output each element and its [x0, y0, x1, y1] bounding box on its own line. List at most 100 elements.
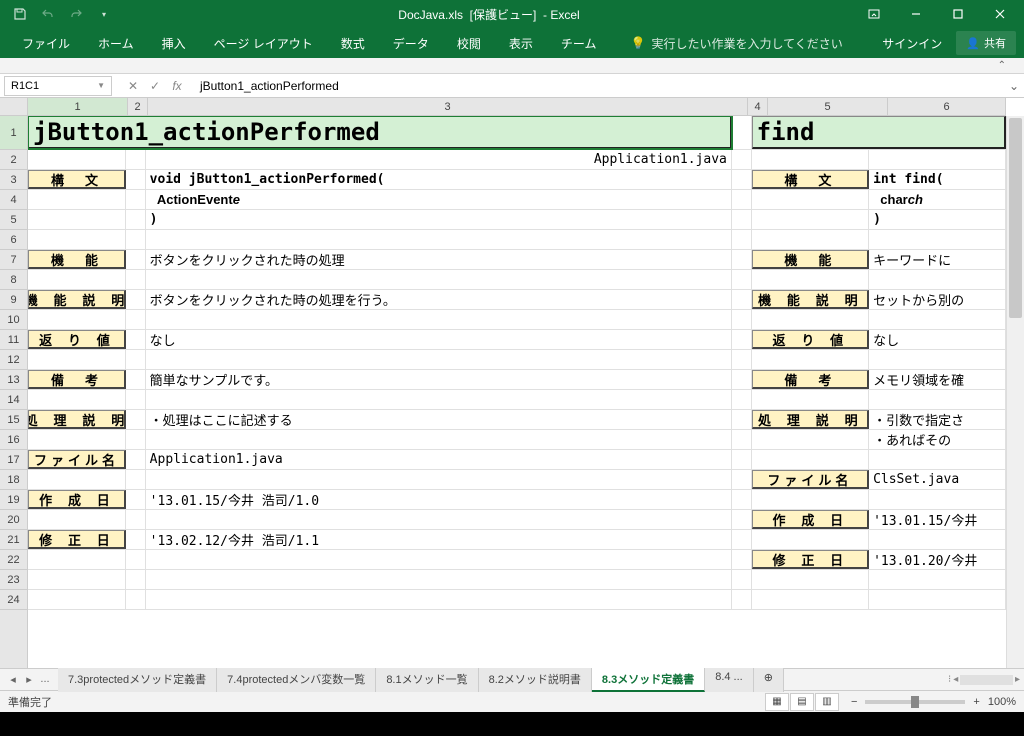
tab-file[interactable]: ファイル [8, 29, 84, 58]
filename-value-2: ClsSet.java [869, 470, 1006, 489]
zoom-out-icon[interactable]: − [851, 696, 857, 708]
row-header[interactable]: 7 [0, 250, 27, 270]
col-header[interactable]: 4 [748, 98, 768, 115]
sheet-tab[interactable]: 8.1メソッド一覧 [376, 668, 478, 692]
undo-icon[interactable] [36, 3, 60, 25]
worksheet-grid: 1 2 3 4 5 6 1234567891011121314151617181… [0, 98, 1024, 668]
row-header[interactable]: 4 [0, 190, 27, 210]
row-header[interactable]: 2 [0, 150, 27, 170]
close-icon[interactable] [980, 2, 1020, 26]
row-header[interactable]: 18 [0, 470, 27, 490]
tab-formulas[interactable]: 数式 [327, 29, 379, 58]
redo-icon[interactable] [64, 3, 88, 25]
horizontal-scrollbar[interactable]: ⁝◂▸ [944, 674, 1024, 685]
label-function-2: 機 能 [752, 250, 869, 269]
view-normal-icon[interactable]: ▦ [765, 693, 789, 711]
save-icon[interactable] [8, 3, 32, 25]
sheet-tab[interactable]: 8.4 ... [705, 668, 754, 692]
qat-dropdown-icon[interactable]: ▾ [92, 3, 116, 25]
ribbon-options-icon[interactable] [854, 2, 894, 26]
view-buttons: ▦ ▤ ▥ [765, 693, 839, 711]
cancel-formula-icon[interactable]: ✕ [124, 79, 142, 93]
method-title-cell-2[interactable]: find [752, 116, 1006, 149]
sheet-tab-active[interactable]: 8.3メソッド定義書 [592, 668, 705, 692]
row-header[interactable]: 1 [0, 116, 27, 150]
scrollbar-thumb[interactable] [1009, 118, 1022, 318]
sheet-nav-more[interactable]: ... [38, 673, 52, 686]
label-return-2: 返 り 値 [752, 330, 869, 349]
column-headers: 1 2 3 4 5 6 [28, 98, 1006, 116]
row-header[interactable]: 10 [0, 310, 27, 330]
name-box[interactable]: R1C1 ▼ [4, 76, 112, 96]
select-all-corner[interactable] [0, 98, 28, 116]
label-created: 作 成 日 [28, 490, 126, 509]
row-header[interactable]: 6 [0, 230, 27, 250]
cells-area[interactable]: jButton1_actionPerformed find Applicatio… [28, 116, 1006, 668]
row-header[interactable]: 21 [0, 530, 27, 550]
sheet-nav: ◂ ▸ ... [0, 673, 58, 686]
sheet-nav-prev-icon[interactable]: ▸ [22, 673, 36, 686]
label-modified-2: 修 正 日 [752, 550, 869, 569]
row-header[interactable]: 23 [0, 570, 27, 590]
row-header[interactable]: 12 [0, 350, 27, 370]
signin-link[interactable]: サインイン [868, 35, 956, 52]
col-header[interactable]: 5 [768, 98, 888, 115]
tab-home[interactable]: ホーム [84, 29, 148, 58]
row-header[interactable]: 8 [0, 270, 27, 290]
zoom-controls: − + 100% [851, 696, 1016, 708]
syntax-line: ActionEvent e [146, 190, 732, 209]
label-created-2: 作 成 日 [752, 510, 869, 529]
row-header[interactable]: 3 [0, 170, 27, 190]
row-header[interactable]: 14 [0, 390, 27, 410]
col-header[interactable]: 2 [128, 98, 148, 115]
row-header[interactable]: 19 [0, 490, 27, 510]
modified-value-2: '13.01.20/今井 [869, 550, 1006, 569]
col-header[interactable]: 3 [148, 98, 748, 115]
row-header[interactable]: 9 [0, 290, 27, 310]
formula-controls: ✕ ✓ fx [116, 79, 194, 93]
col-header[interactable]: 1 [28, 98, 128, 115]
tab-pagelayout[interactable]: ページ レイアウト [200, 29, 327, 58]
sheet-tab[interactable]: 7.3protectedメソッド定義書 [58, 668, 217, 692]
row-header[interactable]: 11 [0, 330, 27, 350]
syntax-line-2: ) [869, 210, 1006, 229]
syntax-line-2: char ch [869, 190, 1006, 209]
share-button[interactable]: 👤 共有 [956, 31, 1016, 55]
maximize-icon[interactable] [938, 2, 978, 26]
formula-expand-icon[interactable]: ⌄ [1004, 79, 1024, 93]
view-pagelayout-icon[interactable]: ▤ [790, 693, 814, 711]
row-header[interactable]: 20 [0, 510, 27, 530]
desc-value-2: セットから別の [869, 290, 1006, 309]
method-title-cell[interactable]: jButton1_actionPerformed [28, 116, 732, 149]
row-header[interactable]: 17 [0, 450, 27, 470]
minimize-icon[interactable] [896, 2, 936, 26]
accept-formula-icon[interactable]: ✓ [146, 79, 164, 93]
row-header[interactable]: 16 [0, 430, 27, 450]
row-header[interactable]: 24 [0, 590, 27, 610]
view-pagebreak-icon[interactable]: ▥ [815, 693, 839, 711]
sheet-tab[interactable]: 7.4protectedメンバ変数一覧 [217, 668, 376, 692]
zoom-slider[interactable] [865, 700, 965, 704]
sheet-nav-first-icon[interactable]: ◂ [6, 673, 20, 686]
row-header[interactable]: 5 [0, 210, 27, 230]
zoom-in-icon[interactable]: + [973, 696, 979, 708]
row-header[interactable]: 13 [0, 370, 27, 390]
fx-icon[interactable]: fx [168, 79, 186, 93]
row-header[interactable]: 15 [0, 410, 27, 430]
tab-data[interactable]: データ [379, 29, 443, 58]
tab-review[interactable]: 校閲 [443, 29, 495, 58]
tab-team[interactable]: チーム [547, 29, 611, 58]
new-sheet-button[interactable]: ⊕ [754, 668, 784, 692]
tab-view[interactable]: 表示 [495, 29, 547, 58]
ribbon-collapse[interactable]: ⌃ [0, 58, 1024, 74]
sheet-tab[interactable]: 8.2メソッド説明書 [479, 668, 592, 692]
label-return: 返 り 値 [28, 330, 126, 349]
col-header[interactable]: 6 [888, 98, 1006, 115]
formula-input[interactable]: jButton1_actionPerformed [194, 79, 1004, 93]
zoom-level[interactable]: 100% [988, 696, 1016, 708]
tab-insert[interactable]: 挿入 [148, 29, 200, 58]
share-label: 共有 [984, 35, 1006, 51]
row-header[interactable]: 22 [0, 550, 27, 570]
vertical-scrollbar[interactable] [1006, 116, 1024, 668]
tell-me-search[interactable]: 💡 実行したい作業を入力してください [610, 35, 868, 52]
